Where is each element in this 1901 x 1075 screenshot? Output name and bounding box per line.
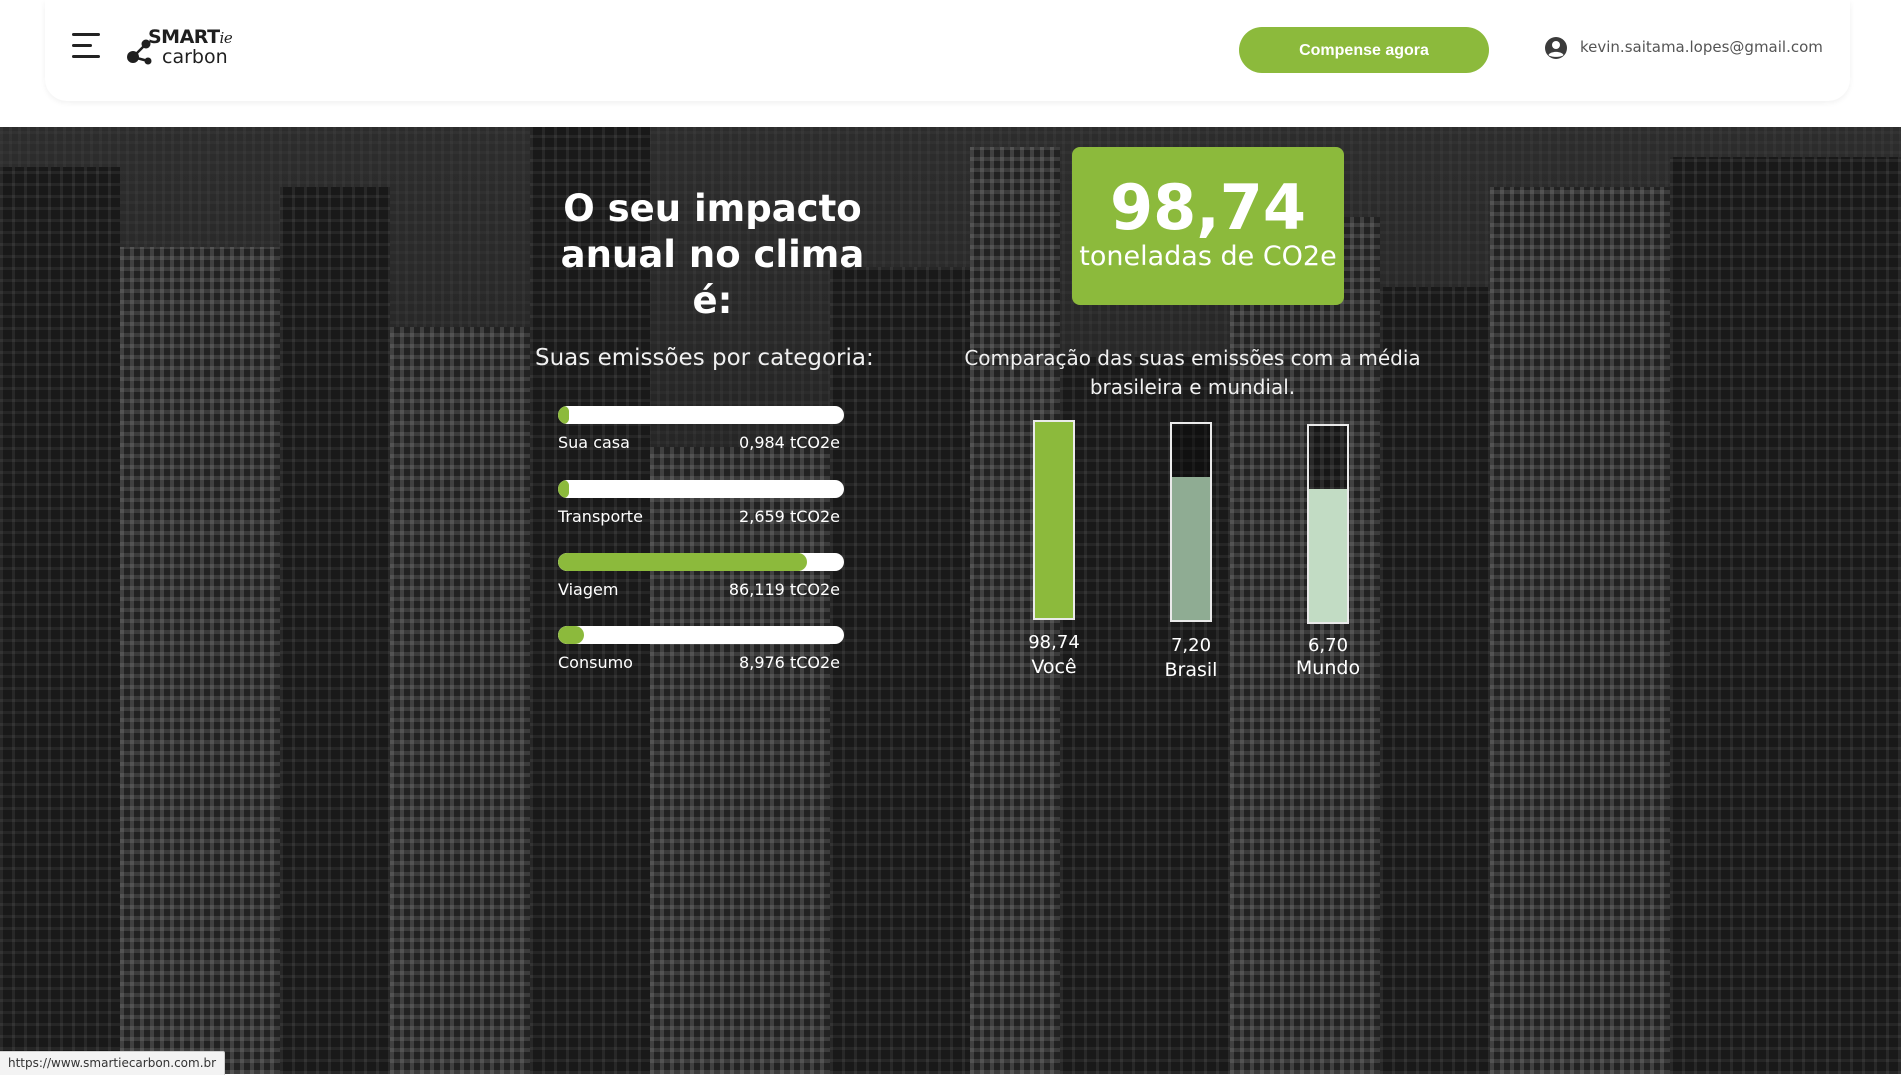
category-label: Viagem [558,580,619,599]
total-emissions-unit: toneladas de CO2e [1079,241,1337,272]
user-email[interactable]: kevin.saitama.lopes@gmail.com [1580,38,1823,56]
category-value: 86,119 tCO2e [728,580,840,599]
category-progress-fill [558,480,570,498]
comparison-bar-fill [1035,422,1073,618]
smartie-carbon-logo[interactable]: SMARTie carbon [126,26,236,70]
total-emissions-value: 98,74 [1109,171,1307,244]
comparison-value-voce: 98,74 [1028,632,1080,653]
impact-title-line1: O seu impacto [563,187,862,230]
hamburger-menu-icon[interactable] [72,33,100,61]
compense-agora-button[interactable]: Compense agora [1239,27,1489,73]
category-value: 2,659 tCO2e [739,507,840,526]
comparison-label-brasil: Brasil [1164,659,1218,681]
category-row-consumo: Consumo 8,976 tCO2e [558,626,844,686]
comparison-bar-brasil [1170,422,1212,622]
user-avatar-icon[interactable] [1544,36,1568,60]
category-progress-fill [558,553,807,571]
category-progress-track [558,480,844,498]
category-label: Sua casa [558,433,630,452]
comparison-value-brasil: 7,20 [1170,635,1212,656]
logo-wordmark-bottom: carbon [162,46,228,68]
comparison-bar-mundo [1307,424,1349,624]
impact-title-line2: anual no clima é: [560,233,865,322]
category-row-sua-casa: Sua casa 0,984 tCO2e [558,406,844,466]
comparison-bar-voce [1033,420,1075,620]
category-progress-track [558,553,844,571]
category-value: 0,984 tCO2e [739,433,840,452]
category-row-transporte: Transporte 2,659 tCO2e [558,480,844,540]
total-emissions-card: 98,74 toneladas de CO2e [1072,147,1344,305]
city-background-image [0,127,1901,1074]
comparison-bar-fill [1309,488,1347,622]
category-label: Transporte [558,507,643,526]
logo-wordmark-top: SMARTie [148,26,233,48]
category-progress-fill [558,626,584,644]
categories-heading: Suas emissões por categoria: [535,345,874,371]
comparison-bar-fill [1172,476,1210,620]
impact-title: O seu impacto anual no clima é: [540,186,885,324]
category-progress-fill [558,406,570,424]
comparison-label-voce: Você [1031,656,1077,678]
comparison-heading: Comparação das suas emissões com a média… [964,346,1421,399]
comparison-label-mundo: Mundo [1295,657,1361,679]
category-row-viagem: Viagem 86,119 tCO2e [558,553,844,613]
category-progress-track [558,406,844,424]
status-bar-url: https://www.smartiecarbon.com.br [0,1051,226,1075]
category-label: Consumo [558,653,633,672]
category-value: 8,976 tCO2e [739,653,840,672]
category-progress-track [558,626,844,644]
comparison-value-mundo: 6,70 [1307,635,1349,656]
